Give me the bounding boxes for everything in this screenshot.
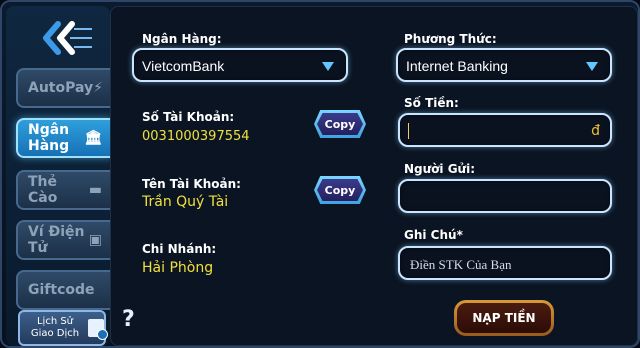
wallet-icon: ▣ — [88, 232, 102, 248]
amount-label: Số Tiền: — [404, 96, 459, 110]
bank-label: Ngân Hàng: — [142, 32, 222, 46]
card-icon: ▬ — [88, 182, 102, 198]
method-select-value: Internet Banking — [406, 58, 508, 74]
sender-label: Người Gửi: — [404, 162, 476, 176]
sidebar-item-label: Ví Điện Tử — [28, 224, 85, 256]
dropdown-arrow-icon — [586, 62, 598, 71]
sidebar-item-label: Thẻ Cào — [28, 174, 58, 206]
game-frame: AutoPay ⚡ Ngân Hàng 🏛 Thẻ Cào ▬ Ví Điện … — [0, 0, 640, 348]
note-label: Ghi Chú* — [404, 228, 463, 242]
sender-input[interactable] — [398, 179, 612, 213]
sidebar-item-label: Giftcode — [28, 282, 95, 298]
sidebar: AutoPay ⚡ Ngân Hàng 🏛 Thẻ Cào ▬ Ví Điện … — [6, 6, 110, 346]
transaction-history-button[interactable]: Lịch Sử Giao Dịch — [18, 310, 108, 346]
deposit-button-label: NẠP TIỀN — [457, 303, 551, 333]
account-name-label: Tên Tài Khoản: — [142, 177, 241, 191]
sidebar-item-bank[interactable]: Ngân Hàng 🏛 — [16, 118, 110, 158]
sidebar-item-e-wallet[interactable]: Ví Điện Tử ▣ — [16, 220, 110, 260]
currency-symbol: đ — [591, 123, 600, 139]
double-chevron-left-icon — [43, 21, 92, 55]
account-number-value: 0031000397554 — [142, 129, 250, 144]
sidebar-item-label: AutoPay — [28, 80, 94, 96]
sidebar-item-giftcode[interactable]: Giftcode — [16, 270, 110, 310]
branch-label: Chi Nhánh: — [142, 242, 217, 256]
dropdown-arrow-icon — [322, 62, 334, 71]
account-number-label: Số Tài Khoản: — [142, 110, 235, 124]
back-button[interactable] — [36, 18, 96, 58]
lightning-icon: ⚡ — [93, 80, 103, 96]
method-select[interactable]: Internet Banking — [396, 48, 612, 82]
help-icon[interactable]: ? — [122, 307, 135, 332]
amount-input[interactable]: đ — [398, 113, 612, 147]
account-name-value: Trần Quý Tài — [142, 194, 229, 210]
text-cursor — [408, 123, 409, 139]
note-placeholder: Điền STK Của Bạn — [410, 257, 512, 272]
sidebar-item-scratch-card[interactable]: Thẻ Cào ▬ — [16, 170, 110, 210]
method-label: Phương Thức: — [404, 32, 497, 46]
history-icon — [88, 319, 108, 340]
deposit-button[interactable]: NẠP TIỀN — [454, 300, 554, 336]
bank-icon: 🏛 — [84, 130, 102, 146]
sidebar-item-autopay[interactable]: AutoPay ⚡ — [16, 68, 110, 108]
branch-value: Hải Phòng — [142, 260, 214, 276]
bank-select[interactable]: VietcomBank — [132, 48, 348, 82]
history-label: Lịch Sử Giao Dịch — [30, 316, 80, 339]
copy-account-number-button[interactable]: Copy — [314, 110, 366, 138]
sidebar-item-label: Ngân Hàng — [28, 122, 70, 154]
note-input[interactable]: Điền STK Của Bạn — [398, 246, 612, 280]
bank-select-value: VietcomBank — [142, 58, 225, 74]
copy-account-name-button[interactable]: Copy — [314, 176, 366, 204]
